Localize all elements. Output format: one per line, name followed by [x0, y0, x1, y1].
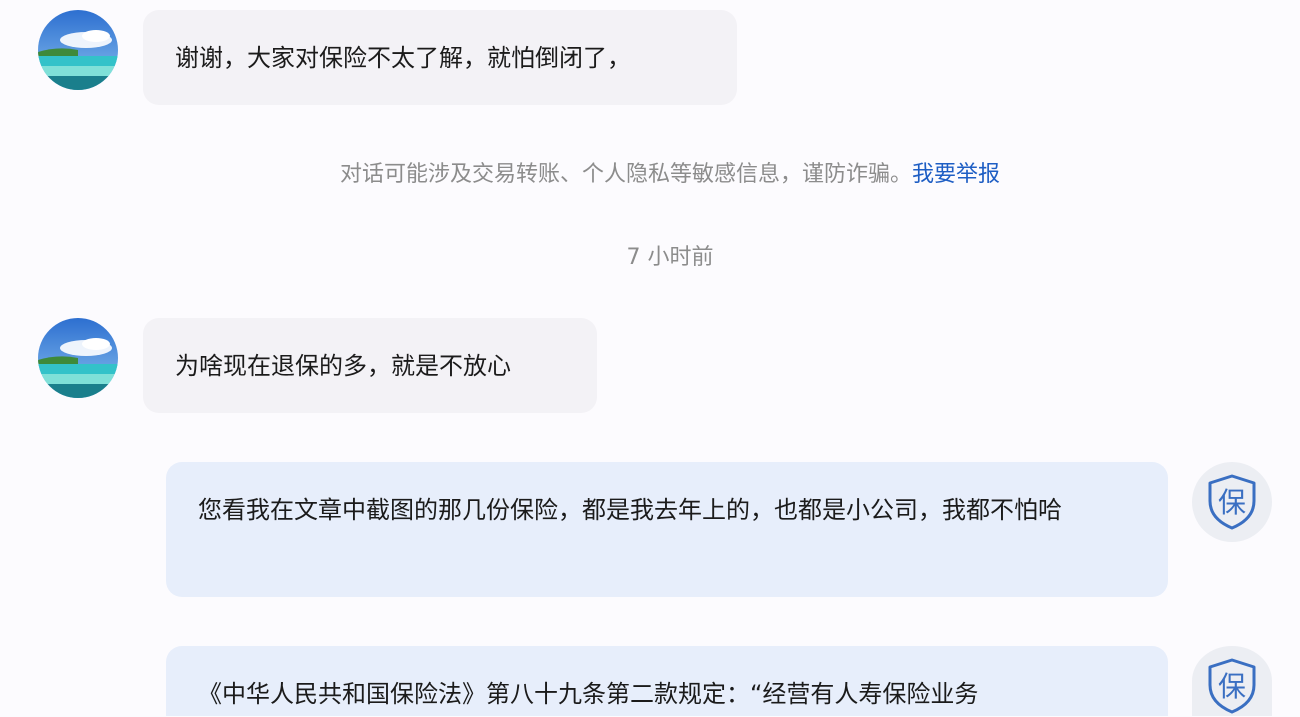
shield-icon: 保 — [1208, 658, 1256, 714]
report-link[interactable]: 我要举报 — [912, 162, 1000, 187]
message-text: 为啥现在退保的多，就是不放心 — [175, 352, 511, 380]
beach-photo-icon — [38, 10, 118, 90]
advisor-avatar[interactable]: 保 — [1192, 646, 1272, 716]
message-bubble: 您看我在文章中截图的那几份保险，都是我去年上的，也都是小公司，我都不怕哈 — [166, 462, 1168, 597]
message-bubble: 谢谢，大家对保险不太了解，就怕倒闭了， — [143, 10, 737, 105]
message-bubble: 《中华人民共和国保险法》第八十九条第二款规定：“经营有人寿保险业务 — [166, 646, 1168, 716]
message-timestamp: 7 小时前 — [626, 245, 714, 270]
beach-photo-icon — [38, 318, 118, 398]
message-bubble: 为啥现在退保的多，就是不放心 — [143, 318, 597, 413]
shield-icon: 保 — [1208, 474, 1256, 530]
message-text: 《中华人民共和国保险法》第八十九条第二款规定：“经营有人寿保险业务 — [198, 680, 979, 708]
advisor-avatar-glyph: 保 — [1218, 486, 1246, 519]
user-avatar[interactable] — [38, 10, 118, 90]
advisor-avatar-glyph: 保 — [1218, 670, 1246, 703]
advisor-avatar[interactable]: 保 — [1192, 462, 1272, 542]
safety-notice: 对话可能涉及交易转账、个人隐私等敏感信息，谨防诈骗。我要举报 — [0, 158, 1300, 192]
message-text: 谢谢，大家对保险不太了解，就怕倒闭了， — [175, 44, 631, 72]
message-text: 您看我在文章中截图的那几份保险，都是我去年上的，也都是小公司，我都不怕哈 — [198, 496, 1062, 524]
notice-text: 对话可能涉及交易转账、个人隐私等敏感信息，谨防诈骗。 — [339, 162, 912, 187]
user-avatar[interactable] — [38, 318, 118, 398]
